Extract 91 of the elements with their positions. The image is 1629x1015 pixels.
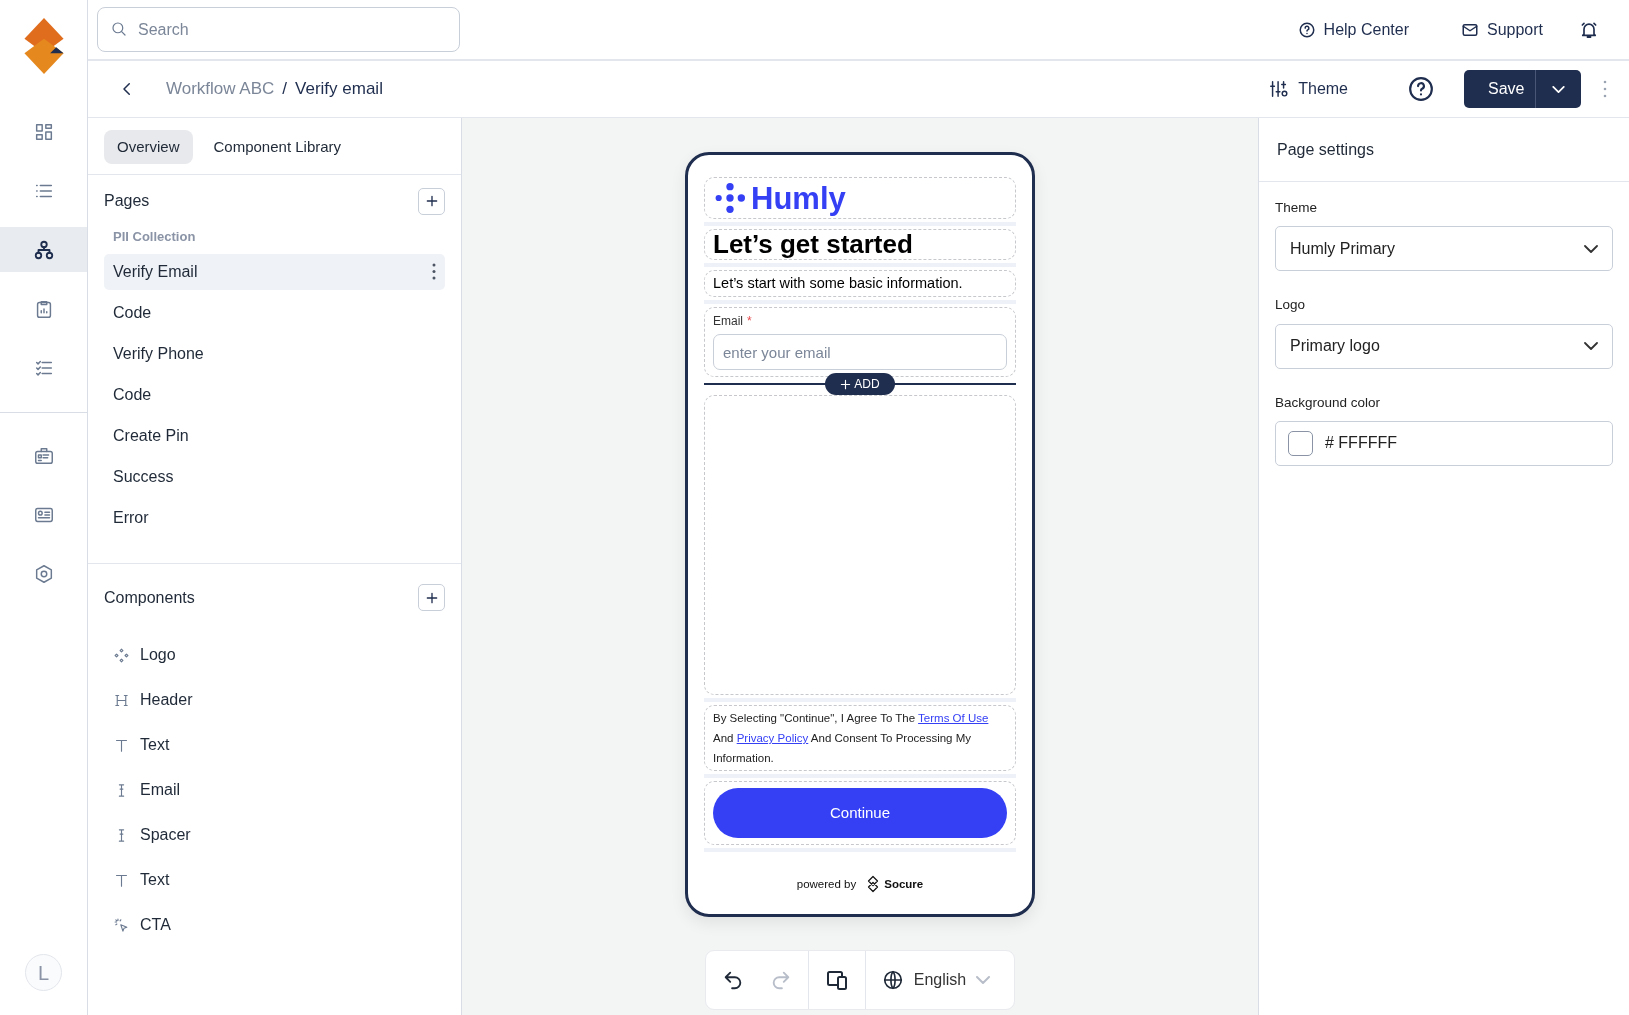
component-name: Text — [140, 735, 170, 755]
consent-link[interactable]: Terms Of Use — [918, 712, 989, 725]
rail-item[interactable] — [0, 227, 87, 272]
component-block[interactable]: Email * enter your email — [704, 307, 1016, 378]
preview-heading: Let’s get started — [713, 230, 914, 259]
component-block[interactable]: Let’s start with some basic information. — [704, 269, 1016, 298]
caret-icon — [976, 976, 991, 985]
page-item[interactable]: Verify Phone — [104, 335, 445, 372]
search-icon — [110, 20, 128, 38]
component-block[interactable]: Let’s get started — [704, 229, 1016, 260]
kebab-icon — [1603, 80, 1607, 98]
component-item[interactable]: Email — [104, 767, 445, 813]
caret-icon — [1552, 86, 1565, 94]
component-item[interactable]: CTA — [104, 902, 445, 948]
add-button[interactable]: ADD — [825, 373, 895, 396]
component-block[interactable]: By Selecting "Continue", I Agree To The Terms Of Use And Privacy Policy And Consent To Processing My Information. — [704, 705, 1016, 772]
powered-by-text: powered by — [796, 876, 857, 892]
component-item[interactable]: Text — [104, 857, 445, 903]
section-title: Pages — [104, 191, 150, 211]
color-swatch[interactable] — [1288, 430, 1313, 456]
sparkle-cursor-icon — [113, 916, 130, 934]
color-field[interactable]: # FFFFFF — [1275, 420, 1613, 466]
help-icon — [1408, 76, 1434, 102]
field-label: Theme — [1275, 199, 1319, 217]
brand-name: Humly — [751, 182, 846, 214]
breadcrumb-current: Verify email — [295, 78, 383, 101]
component-name: Logo — [140, 645, 176, 665]
preview-subheading: Let’s start with some basic information. — [713, 273, 964, 293]
chevron-icon — [1584, 244, 1598, 253]
diamonds-icon — [113, 646, 130, 664]
consent-text: By Selecting "Continue", I Agree To The Terms Of Use And Privacy Policy And Consent To Processing My Information. — [713, 711, 990, 767]
component-name: Email — [140, 780, 180, 800]
hierarchy-icon — [32, 238, 55, 261]
powered-brand: Socure — [884, 876, 924, 892]
theme-button[interactable]: Theme — [1262, 76, 1354, 102]
top-link[interactable]: Support — [1454, 16, 1549, 43]
select-field[interactable]: Primary logo — [1275, 323, 1613, 369]
breadcrumb-link[interactable]: Workflow ABC — [166, 76, 275, 102]
component-block[interactable]: Continue — [704, 781, 1016, 846]
globe-icon — [881, 969, 904, 992]
language-select[interactable]: English — [881, 968, 991, 993]
component-name: CTA — [140, 915, 171, 935]
field-label: Logo — [1275, 296, 1307, 315]
devices-icon — [824, 968, 849, 993]
field-label: Email — [713, 313, 743, 331]
page-name: Verify Email — [113, 261, 198, 282]
component-name: Text — [140, 870, 170, 890]
section-title: Components — [104, 587, 195, 608]
breadcrumb-separator: / — [282, 78, 288, 101]
help-icon — [1297, 20, 1316, 39]
email-input[interactable]: enter your email — [713, 334, 1007, 371]
save-menu-button[interactable] — [1535, 70, 1581, 108]
page-item[interactable]: Code — [104, 376, 445, 413]
panel-title: Page settings — [1259, 118, 1629, 182]
component-name: Spacer — [140, 825, 191, 845]
dots-logo-icon — [713, 181, 747, 215]
required-mark: * — [747, 313, 752, 331]
page-name: Code — [113, 302, 152, 323]
save-button[interactable]: Save — [1464, 70, 1535, 108]
field-label: Background color — [1275, 393, 1382, 412]
component-item[interactable]: Spacer — [104, 812, 445, 858]
device-button[interactable] — [824, 968, 849, 993]
page-item[interactable]: Create Pin — [104, 417, 445, 454]
page-item[interactable]: Error — [104, 499, 445, 536]
search-field[interactable]: Search — [97, 7, 460, 52]
page-name: Success — [113, 466, 174, 487]
page-item[interactable]: Code — [104, 294, 445, 331]
continue-button[interactable]: Continue — [713, 788, 1007, 839]
page-name: Verify Phone — [113, 343, 204, 364]
page-item[interactable]: Success — [104, 458, 445, 495]
component-name: Header — [140, 690, 193, 710]
kebab-icon[interactable] — [432, 263, 436, 280]
group-label: PII Collection — [112, 228, 197, 246]
component-block[interactable]: Humly — [704, 177, 1016, 219]
select-field[interactable]: Humly Primary — [1275, 226, 1613, 272]
top-link[interactable]: Help Center — [1291, 16, 1415, 43]
page-item[interactable]: Verify Email — [104, 253, 445, 290]
add-component-button[interactable] — [418, 584, 445, 611]
component-item[interactable]: Logo — [104, 632, 445, 678]
page-name: Code — [113, 384, 152, 405]
page-name: Create Pin — [113, 425, 189, 446]
panel-tab[interactable]: Component Library — [200, 129, 355, 165]
color-value: # FFFFFF — [1325, 433, 1397, 454]
component-item[interactable]: Header — [104, 677, 445, 723]
add-page-button[interactable] — [418, 187, 445, 215]
chevron-icon — [1584, 342, 1598, 350]
component-item[interactable]: Text — [104, 722, 445, 768]
consent-link[interactable]: Privacy Policy — [736, 732, 809, 745]
panel-tab[interactable]: Overview — [104, 129, 193, 165]
page-name: Error — [113, 507, 149, 528]
plus-icon — [840, 378, 852, 390]
